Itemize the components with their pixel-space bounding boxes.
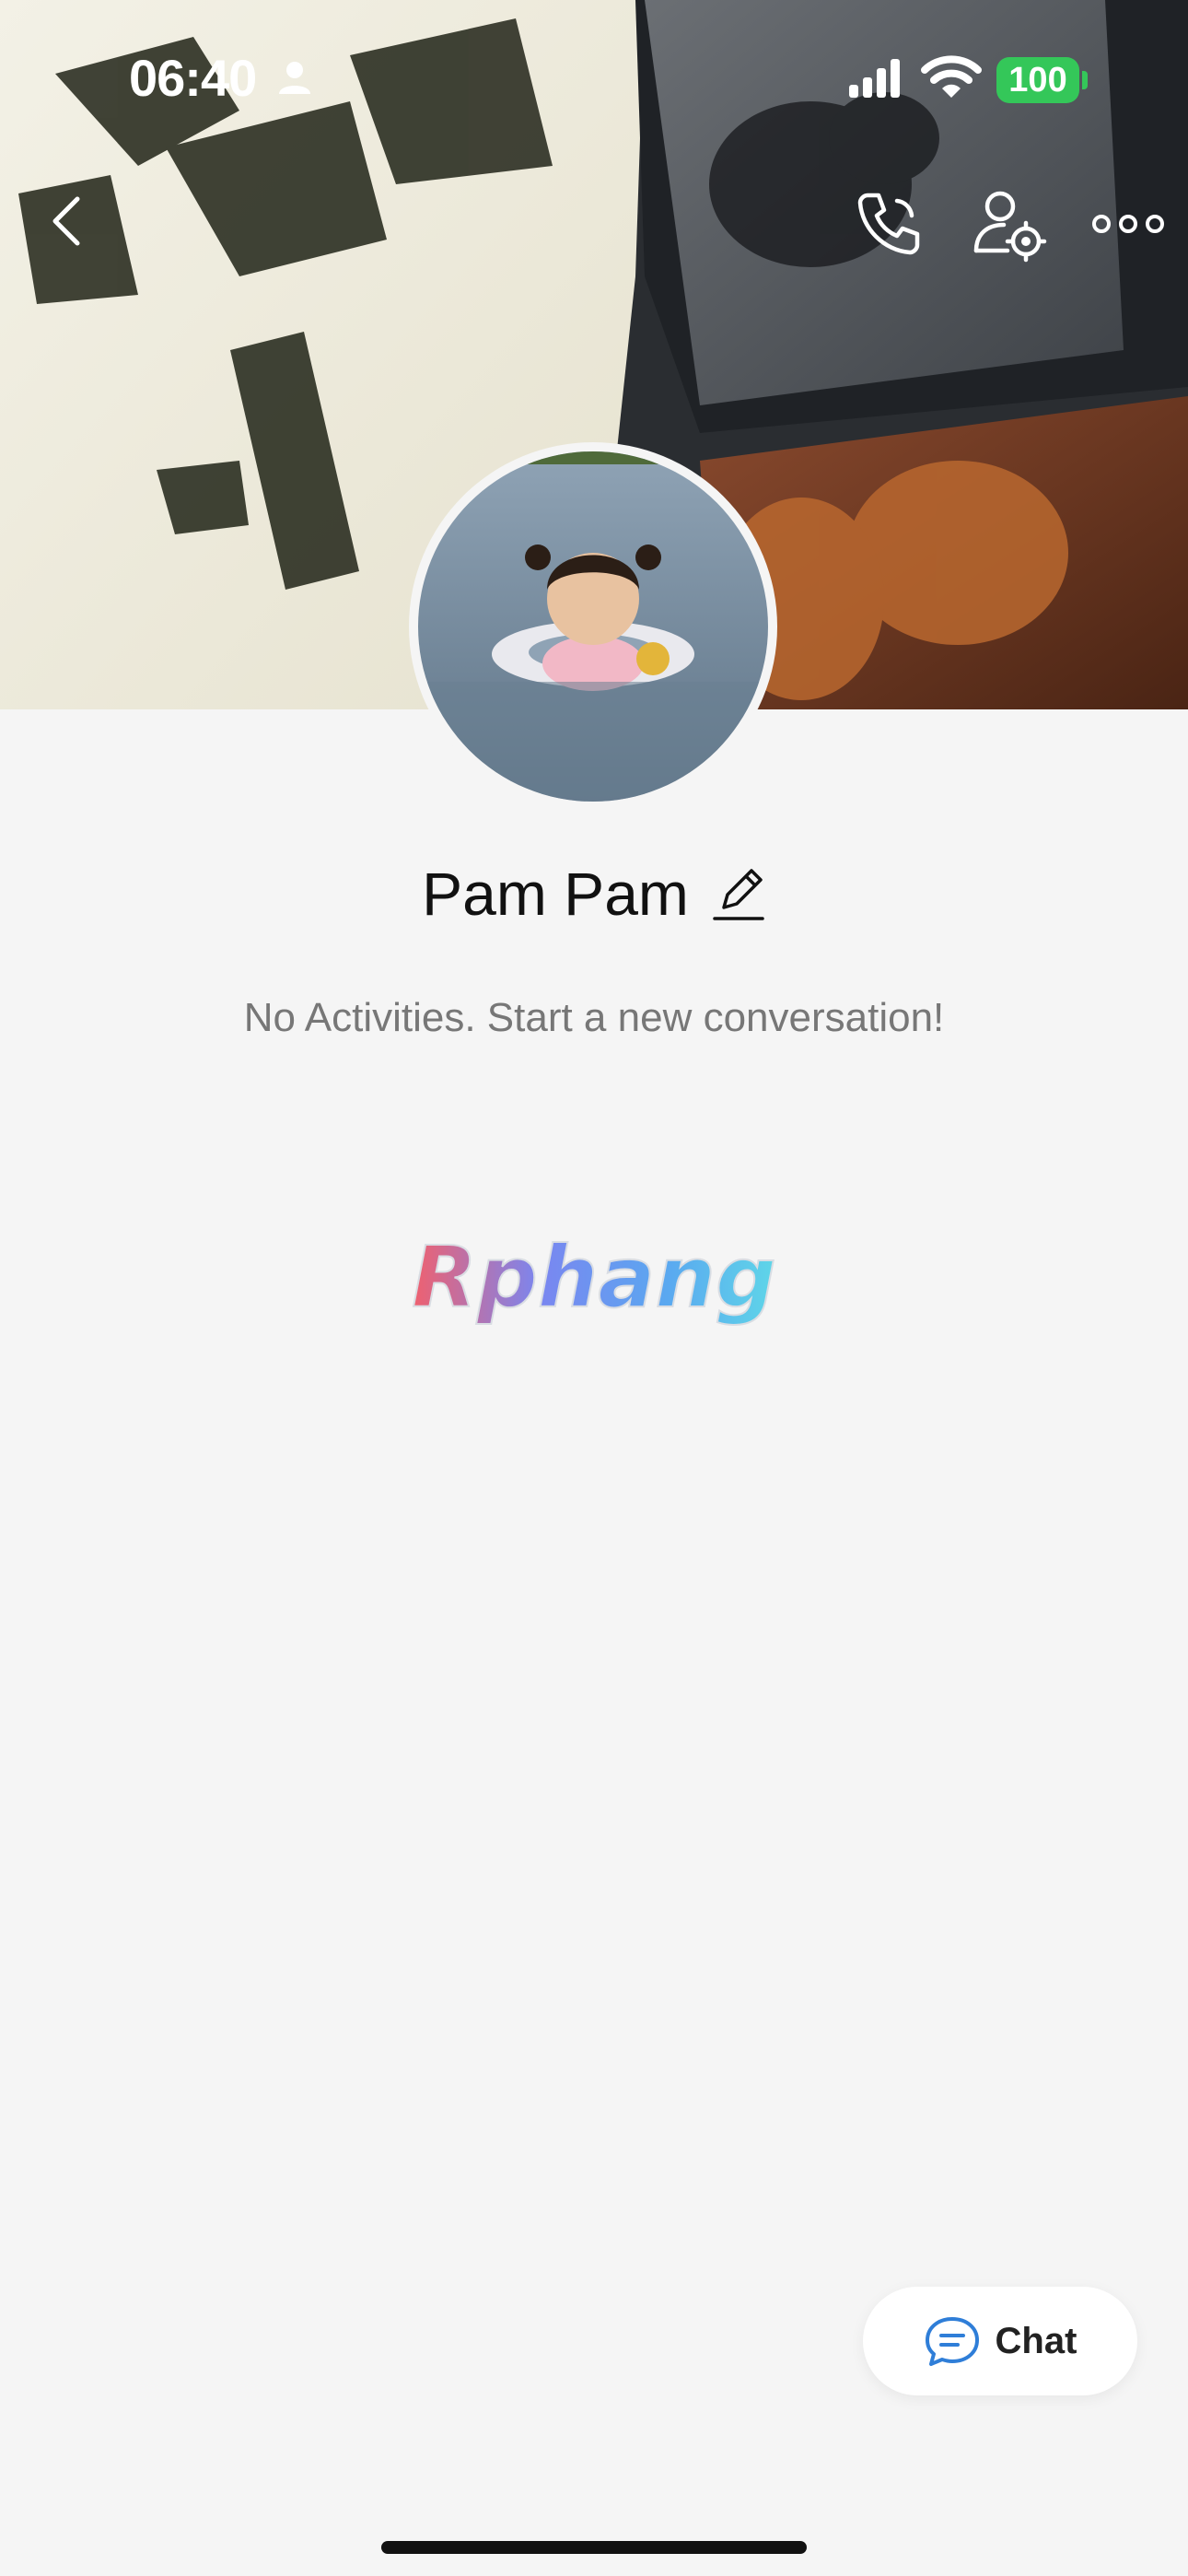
chat-button[interactable]: Chat: [863, 2287, 1137, 2395]
more-horizontal-icon: [1092, 215, 1164, 233]
wifi-icon: [921, 55, 982, 98]
battery-cap: [1082, 71, 1088, 89]
back-button[interactable]: [33, 184, 107, 258]
chat-bubble-icon: [925, 2317, 979, 2366]
user-settings-icon: [973, 191, 1047, 263]
battery-indicator: 100: [996, 57, 1079, 103]
status-time: 06:40: [129, 49, 257, 107]
brand-logo: Rphang: [405, 1225, 783, 1336]
chevron-left-icon: [52, 196, 80, 246]
chat-button-label: Chat: [995, 2320, 1077, 2361]
profile-avatar[interactable]: [409, 442, 777, 811]
avatar-photo: [418, 451, 768, 802]
empty-activity-message: No Activities. Start a new conversation!: [243, 995, 945, 1040]
home-indicator[interactable]: [381, 2541, 807, 2554]
person-icon: [279, 62, 310, 94]
call-button[interactable]: [847, 182, 930, 265]
more-options-button[interactable]: [1087, 182, 1170, 265]
status-bar: 06:40 100: [0, 0, 1188, 147]
contact-settings-button[interactable]: [967, 182, 1050, 265]
profile-name-row: Pam Pam: [0, 848, 1188, 940]
profile-name: Pam Pam: [422, 860, 689, 928]
phone-icon: [857, 193, 920, 255]
edit-name-button[interactable]: [711, 861, 766, 926]
pencil-icon: [713, 869, 764, 920]
brand-logo-text: Rphang: [412, 1228, 776, 1327]
signal-icon: [849, 59, 900, 98]
